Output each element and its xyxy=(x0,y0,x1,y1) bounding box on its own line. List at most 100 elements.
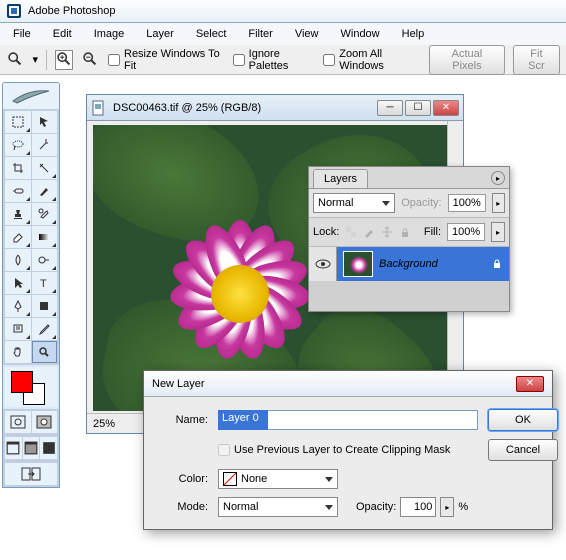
gradient-tool[interactable] xyxy=(32,226,58,248)
menu-select[interactable]: Select xyxy=(187,25,236,43)
menu-file[interactable]: File xyxy=(4,25,40,43)
dialog-opacity-input[interactable] xyxy=(400,497,436,517)
slice-tool[interactable] xyxy=(32,157,58,179)
layer-row-background[interactable]: Background xyxy=(309,247,509,281)
menu-bar: File Edit Image Layer Select Filter View… xyxy=(0,23,566,45)
jump-to-imageready-icon[interactable] xyxy=(5,463,57,485)
eraser-tool[interactable] xyxy=(5,226,31,248)
none-swatch-icon xyxy=(223,472,237,486)
opacity-label: Opacity: xyxy=(401,197,441,209)
document-icon xyxy=(91,100,107,116)
color-label: Color: xyxy=(158,473,208,485)
fill-slider-icon[interactable]: ▸ xyxy=(491,222,505,242)
menu-layer[interactable]: Layer xyxy=(137,25,183,43)
menu-edit[interactable]: Edit xyxy=(44,25,81,43)
foreground-color-swatch[interactable] xyxy=(11,371,33,393)
marquee-tool[interactable] xyxy=(5,111,31,133)
cancel-button[interactable]: Cancel xyxy=(488,439,558,461)
fill-label: Fill: xyxy=(424,226,441,238)
lock-transparent-icon[interactable] xyxy=(345,226,357,238)
app-icon xyxy=(6,3,22,19)
opacity-slider-icon[interactable]: ▸ xyxy=(492,193,505,213)
opacity-popup-icon[interactable]: ▸ xyxy=(440,497,454,517)
visibility-toggle-icon[interactable] xyxy=(309,247,337,281)
blur-tool[interactable] xyxy=(5,249,31,271)
ignore-palettes-checkbox[interactable]: Ignore Palettes xyxy=(233,48,316,72)
dialog-opacity-label: Opacity: xyxy=(356,501,396,513)
panel-menu-icon[interactable]: ▸ xyxy=(491,171,505,185)
path-select-tool[interactable] xyxy=(5,272,31,294)
lasso-tool[interactable] xyxy=(5,134,31,156)
app-titlebar: Adobe Photoshop xyxy=(0,0,566,23)
layer-mode-select[interactable]: Normal xyxy=(218,497,338,517)
hand-tool[interactable] xyxy=(5,341,31,363)
brush-tool[interactable] xyxy=(32,180,58,202)
new-layer-dialog: New Layer ✕ Name: Layer 0 OK Use Previou… xyxy=(143,370,553,530)
actual-pixels-button[interactable]: Actual Pixels xyxy=(429,45,505,75)
layer-thumbnail[interactable] xyxy=(343,251,373,277)
document-titlebar[interactable]: DSC00463.tif @ 25% (RGB/8) ─ ☐ ✕ xyxy=(87,95,463,121)
wand-tool[interactable] xyxy=(32,134,58,156)
menu-filter[interactable]: Filter xyxy=(239,25,281,43)
ok-button[interactable]: OK xyxy=(488,409,558,431)
layer-opacity-input[interactable] xyxy=(448,194,486,212)
menu-window[interactable]: Window xyxy=(332,25,389,43)
options-bar: ▾ Resize Windows To Fit Ignore Palettes … xyxy=(0,45,566,75)
toolbox: T xyxy=(2,82,60,488)
dialog-close-button[interactable]: ✕ xyxy=(516,376,544,392)
dialog-titlebar[interactable]: New Layer ✕ xyxy=(144,371,552,397)
toolbox-header-icon[interactable] xyxy=(3,83,59,109)
zoom-tool[interactable] xyxy=(32,341,58,363)
screenmode-full-menu-icon[interactable] xyxy=(23,437,40,459)
zoom-tool-icon[interactable] xyxy=(6,50,25,70)
move-tool[interactable] xyxy=(32,111,58,133)
layer-name-input[interactable] xyxy=(218,410,478,430)
document-title: DSC00463.tif @ 25% (RGB/8) xyxy=(113,102,261,114)
percent-label: % xyxy=(458,501,468,513)
layer-fill-input[interactable] xyxy=(447,223,485,241)
menu-image[interactable]: Image xyxy=(85,25,134,43)
quickmask-on-icon[interactable] xyxy=(32,411,58,433)
layer-color-select[interactable]: None xyxy=(218,469,338,489)
lock-all-icon[interactable] xyxy=(399,226,411,238)
blend-mode-select[interactable]: Normal xyxy=(313,193,395,213)
type-tool[interactable]: T xyxy=(32,272,58,294)
mode-label: Mode: xyxy=(158,501,208,513)
crop-tool[interactable] xyxy=(5,157,31,179)
dialog-title: New Layer xyxy=(152,378,205,390)
minimize-button[interactable]: ─ xyxy=(377,100,403,116)
app-title: Adobe Photoshop xyxy=(28,5,115,17)
screenmode-standard-icon[interactable] xyxy=(5,437,22,459)
quickmask-off-icon[interactable] xyxy=(5,411,31,433)
lock-move-icon[interactable] xyxy=(381,226,393,238)
history-brush-tool[interactable] xyxy=(32,203,58,225)
layer-name[interactable]: Background xyxy=(379,258,438,270)
fit-screen-button[interactable]: Fit Scr xyxy=(513,45,560,75)
layers-panel: Layers ▸ Normal Opacity: ▸ Lock: Fill: ▸… xyxy=(308,166,510,312)
shape-tool[interactable] xyxy=(32,295,58,317)
eyedropper-tool[interactable] xyxy=(32,318,58,340)
zoom-level[interactable]: 25% xyxy=(93,418,115,430)
zoom-out-icon[interactable] xyxy=(81,50,100,70)
pen-tool[interactable] xyxy=(5,295,31,317)
zoom-all-checkbox[interactable]: Zoom All Windows xyxy=(323,48,421,72)
lock-paint-icon[interactable] xyxy=(363,226,375,238)
clipping-mask-checkbox: Use Previous Layer to Create Clipping Ma… xyxy=(218,444,478,456)
close-button[interactable]: ✕ xyxy=(433,100,459,116)
screenmode-full-icon[interactable] xyxy=(40,437,57,459)
tool-preset-dropdown[interactable]: ▾ xyxy=(33,53,39,66)
menu-help[interactable]: Help xyxy=(393,25,434,43)
color-swatches[interactable] xyxy=(5,367,57,407)
menu-view[interactable]: View xyxy=(286,25,328,43)
notes-tool[interactable] xyxy=(5,318,31,340)
zoom-in-icon[interactable] xyxy=(55,50,74,70)
resize-windows-checkbox[interactable]: Resize Windows To Fit xyxy=(108,48,225,72)
heal-tool[interactable] xyxy=(5,180,31,202)
dodge-tool[interactable] xyxy=(32,249,58,271)
maximize-button[interactable]: ☐ xyxy=(405,100,431,116)
layer-list: Background xyxy=(309,247,509,311)
stamp-tool[interactable] xyxy=(5,203,31,225)
name-label: Name: xyxy=(158,414,208,426)
layers-tab[interactable]: Layers xyxy=(313,169,368,188)
lock-icon xyxy=(491,257,503,272)
